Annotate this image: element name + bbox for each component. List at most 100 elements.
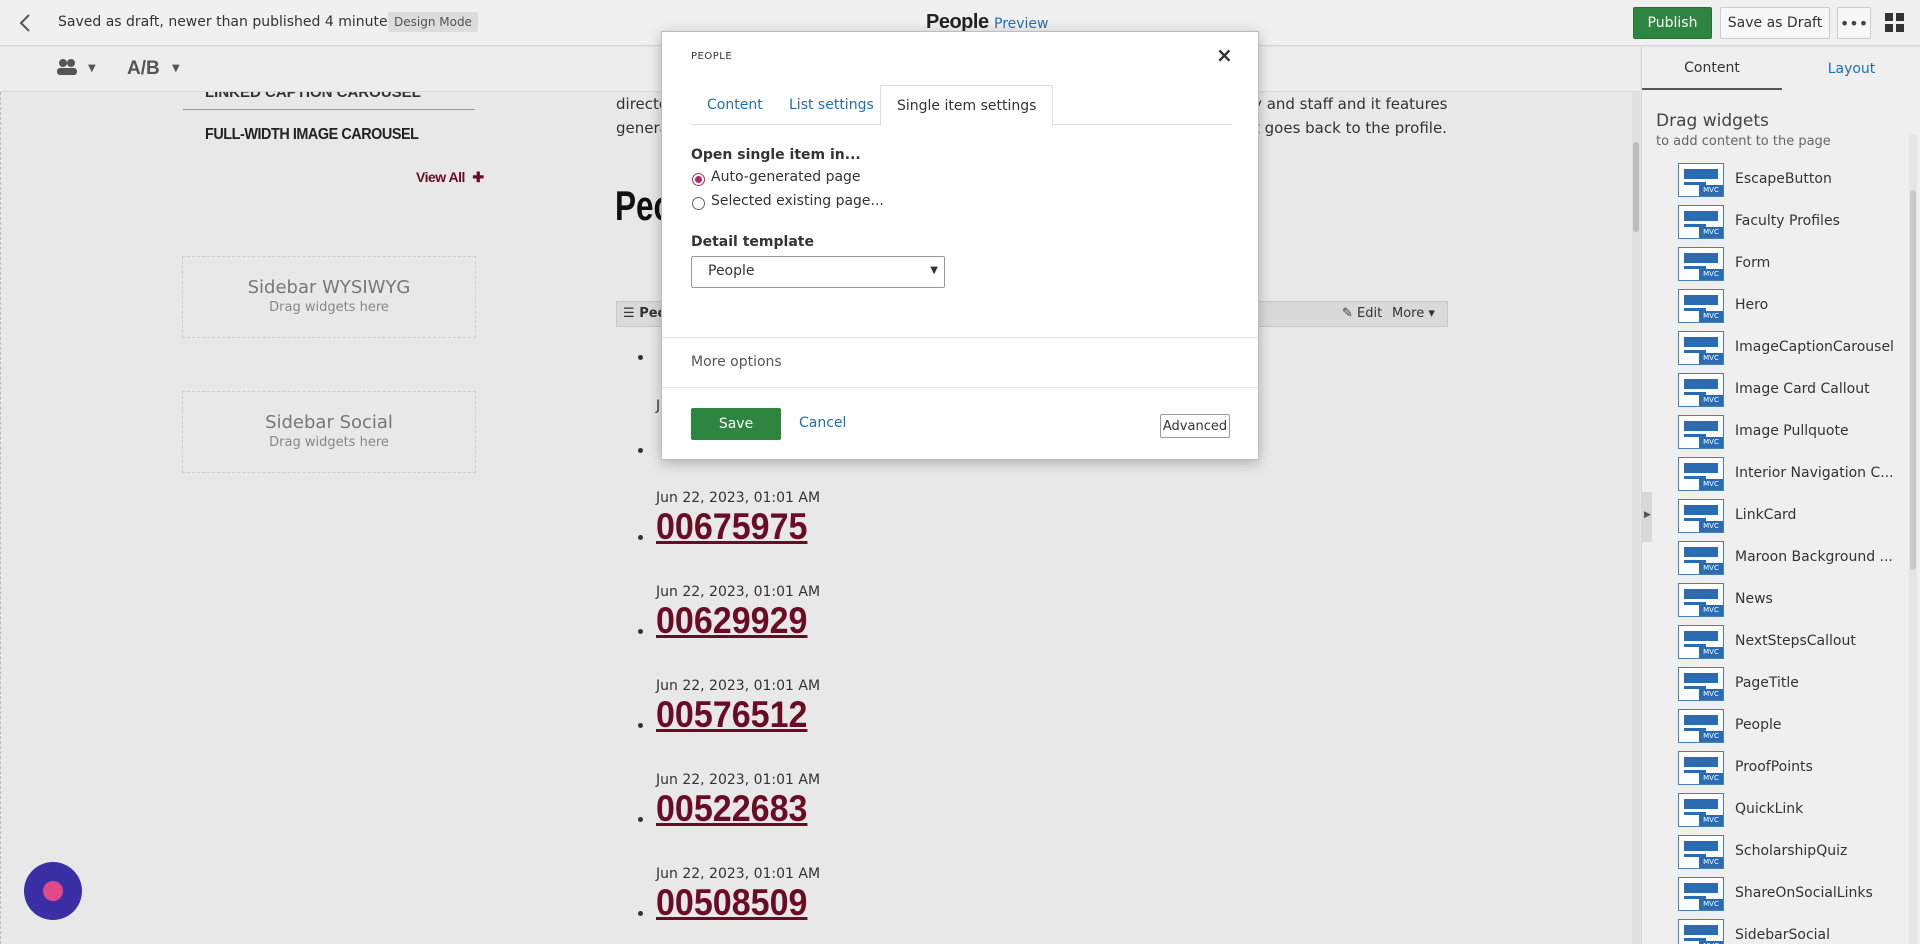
tab-content[interactable]: Content xyxy=(1642,47,1782,90)
widget-label: People xyxy=(1735,717,1782,733)
design-mode-badge: Design Mode xyxy=(388,12,478,32)
more-options-toggle[interactable]: More options xyxy=(691,354,782,370)
mvc-widget-icon: MVC xyxy=(1678,373,1724,407)
widget-label: PageTitle xyxy=(1735,675,1799,691)
close-icon[interactable]: × xyxy=(1216,43,1233,67)
item-date: Jun 22, 2023, 01:01 AM xyxy=(656,866,821,882)
widget-label: EscapeButton xyxy=(1735,171,1832,187)
advanced-button[interactable]: Advanced xyxy=(1160,414,1230,438)
person-link[interactable]: 00522683 xyxy=(656,788,807,830)
collapse-panel-handle[interactable]: ▶ xyxy=(1642,492,1652,542)
sidebar-social-dropzone[interactable]: Sidebar Social Drag widgets here xyxy=(182,391,476,473)
users-icon xyxy=(57,59,77,75)
widget-item[interactable]: MVC ShareOnSocialLinks xyxy=(1678,877,1906,913)
chevron-down-icon[interactable]: ▼ xyxy=(172,63,180,74)
dropzone-title: Sidebar Social xyxy=(265,412,393,433)
mvc-badge: MVC xyxy=(1699,395,1723,406)
widget-item[interactable]: MVC Image Pullquote xyxy=(1678,415,1906,451)
widget-label: Interior Navigation C... xyxy=(1735,465,1894,481)
widget-item[interactable]: MVC ProofPoints xyxy=(1678,751,1906,787)
tab-list-settings[interactable]: List settings xyxy=(773,85,890,125)
more-dropdown[interactable]: More ▾ xyxy=(1392,306,1435,321)
panel-scrollbar[interactable] xyxy=(1909,135,1917,944)
person-link[interactable]: 00576512 xyxy=(656,694,807,736)
chevron-left-icon xyxy=(19,14,30,32)
mvc-badge: MVC xyxy=(1699,563,1723,574)
mvc-badge: MVC xyxy=(1699,899,1723,910)
canvas-scrollbar[interactable] xyxy=(1632,92,1640,944)
person-link[interactable]: 00508509 xyxy=(656,882,807,924)
detail-template-select[interactable]: People ▼ xyxy=(691,256,945,288)
save-as-draft-button[interactable]: Save as Draft xyxy=(1720,7,1830,39)
mvc-badge: MVC xyxy=(1699,437,1723,448)
icon-bar xyxy=(1684,715,1718,725)
save-button[interactable]: Save xyxy=(691,408,781,440)
auto-generated-radio[interactable] xyxy=(692,173,705,186)
widget-item[interactable]: MVC PageTitle xyxy=(1678,667,1906,703)
widget-item[interactable]: MVC Hero xyxy=(1678,289,1906,325)
view-all-link[interactable]: View All ✚ xyxy=(416,169,484,186)
widget-item[interactable]: MVC Form xyxy=(1678,247,1906,283)
widget-item[interactable]: MVC Faculty Profiles xyxy=(1678,205,1906,241)
widgets-panel: Content Layout Drag widgets to add conte… xyxy=(1641,47,1920,944)
mvc-badge: MVC xyxy=(1699,227,1723,238)
widget-item[interactable]: MVC EscapeButton xyxy=(1678,163,1906,199)
item-date: Jun 22, 2023, 01:01 AM xyxy=(656,678,821,694)
widget-label: QuickLink xyxy=(1735,801,1804,817)
widget-item[interactable]: MVC ImageCaptionCarousel xyxy=(1678,331,1906,367)
icon-bar xyxy=(1684,505,1718,515)
existing-page-radio[interactable] xyxy=(692,197,705,210)
sidebar-wysiwyg-dropzone[interactable]: Sidebar WYSIWYG Drag widgets here xyxy=(182,256,476,338)
body-text-right: t goes back to the profile. xyxy=(1254,119,1447,137)
list-bullet xyxy=(638,723,643,728)
tab-layout[interactable]: Layout xyxy=(1782,47,1920,90)
person-link[interactable]: 00675975 xyxy=(656,506,807,548)
icon-bar xyxy=(1684,379,1718,389)
cancel-button[interactable]: Cancel xyxy=(799,415,846,431)
edit-button[interactable]: ✎ Edit xyxy=(1342,306,1382,321)
widget-item[interactable]: MVC Maroon Background ... xyxy=(1678,541,1906,577)
dropzone-title: Sidebar WYSIWYG xyxy=(247,277,411,298)
person-link[interactable]: 00629929 xyxy=(656,600,807,642)
icon-bar xyxy=(1684,295,1718,305)
mvc-widget-icon: MVC xyxy=(1678,289,1724,323)
widget-item[interactable]: MVC QuickLink xyxy=(1678,793,1906,829)
back-arrow-icon[interactable] xyxy=(14,11,38,35)
widget-item[interactable]: MVC Interior Navigation C... xyxy=(1678,457,1906,493)
icon-bar xyxy=(1684,631,1718,641)
list-bullet xyxy=(638,911,643,916)
widget-item[interactable]: MVC Image Card Callout xyxy=(1678,373,1906,409)
existing-page-label[interactable]: Selected existing page... xyxy=(711,193,884,209)
mvc-badge: MVC xyxy=(1699,815,1723,826)
chat-icon xyxy=(43,881,63,901)
publish-button[interactable]: Publish xyxy=(1633,7,1712,39)
widget-item[interactable]: MVC NextStepsCallout xyxy=(1678,625,1906,661)
chevron-right-icon: ▶ xyxy=(1644,510,1651,520)
personas-icon[interactable] xyxy=(56,57,78,82)
icon-bar xyxy=(1684,589,1718,599)
item-date: Jun 22, 2023, 01:01 AM xyxy=(656,772,821,788)
widget-item[interactable]: MVC SidebarSocial xyxy=(1678,919,1906,944)
chevron-down-icon[interactable]: ▼ xyxy=(88,63,96,74)
scroll-thumb[interactable] xyxy=(1633,142,1639,232)
auto-generated-label[interactable]: Auto-generated page xyxy=(711,169,861,185)
widget-label: NextStepsCallout xyxy=(1735,633,1856,649)
list-bullet xyxy=(638,535,643,540)
widget-item[interactable]: MVC News xyxy=(1678,583,1906,619)
dropzone-sub: Drag widgets here xyxy=(269,435,389,450)
scroll-thumb[interactable] xyxy=(1910,190,1916,570)
widget-label: ImageCaptionCarousel xyxy=(1735,339,1894,355)
widget-label: ☰ Peo xyxy=(623,306,667,321)
app-grid-icon[interactable] xyxy=(1885,13,1905,33)
widget-item[interactable]: MVC ScholarshipQuiz xyxy=(1678,835,1906,871)
tab-content[interactable]: Content xyxy=(691,85,779,125)
tab-single-item-settings[interactable]: Single item settings xyxy=(880,85,1054,126)
mvc-badge: MVC xyxy=(1699,521,1723,532)
grid-cell xyxy=(1896,13,1904,21)
widget-item[interactable]: MVC LinkCard xyxy=(1678,499,1906,535)
widget-item[interactable]: MVC People xyxy=(1678,709,1906,745)
preview-link[interactable]: Preview xyxy=(994,16,1049,32)
ab-test-label[interactable]: A/B xyxy=(127,58,160,80)
chat-launcher-button[interactable] xyxy=(24,862,82,920)
more-actions-button[interactable]: ••• xyxy=(1837,7,1871,39)
